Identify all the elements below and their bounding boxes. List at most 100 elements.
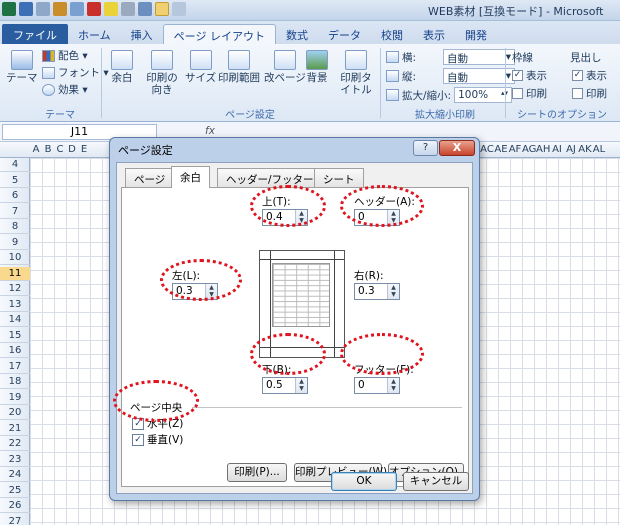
row-header[interactable]: 8 <box>0 220 30 234</box>
tab-margins[interactable]: 余白 <box>171 166 210 188</box>
spinner-arrows-icon[interactable]: ▲ ▼ <box>387 378 399 393</box>
column-header[interactable]: AC <box>480 144 494 155</box>
spinner-arrows-icon[interactable]: ▲ ▼ <box>387 210 399 225</box>
tab-review[interactable]: 校閲 <box>371 24 413 44</box>
row-header[interactable]: 21 <box>0 422 30 436</box>
row-header[interactable]: 11 <box>0 266 30 281</box>
row-header[interactable]: 23 <box>0 453 30 467</box>
row-header[interactable]: 12 <box>0 282 30 296</box>
tab-insert[interactable]: 挿入 <box>121 24 163 44</box>
sort-icon[interactable] <box>138 2 152 16</box>
row-header[interactable]: 10 <box>0 251 30 265</box>
tab-file[interactable]: ファイル <box>2 24 68 44</box>
column-header[interactable]: AH <box>536 144 550 155</box>
dialog-body: ページ 余白 ヘッダー/フッター シート 上(T): 0.4 ▲ ▼ ヘッダー(A… <box>116 162 473 494</box>
row-header[interactable]: 16 <box>0 344 30 358</box>
tab-header-footer[interactable]: ヘッダー/フッター <box>217 168 323 187</box>
tab-developer[interactable]: 開発 <box>455 24 497 44</box>
spinner-arrows-icon[interactable]: ▲ ▼ <box>205 284 217 299</box>
font-color-icon[interactable] <box>87 2 101 16</box>
grid-icon[interactable] <box>155 2 169 16</box>
close-button[interactable]: X <box>439 140 475 156</box>
ok-button[interactable]: OK <box>331 472 397 491</box>
row-header[interactable]: 22 <box>0 437 30 451</box>
undo-icon[interactable] <box>53 2 67 16</box>
theme-button[interactable]: テーマ <box>6 50 38 84</box>
tab-view[interactable]: 表示 <box>413 24 455 44</box>
customize-qat-icon[interactable] <box>172 2 186 16</box>
colors-button[interactable]: 配色 ▾ <box>42 48 88 63</box>
left-margin-spinner[interactable]: 0.3 ▲ ▼ <box>172 283 218 300</box>
row-header[interactable]: 14 <box>0 313 30 327</box>
headings-print-checkbox[interactable]: 印刷 <box>572 86 607 101</box>
column-header[interactable]: AE <box>494 144 508 155</box>
column-header[interactable]: AF <box>508 144 522 155</box>
effects-button[interactable]: 効果 ▾ <box>42 82 88 97</box>
row-header[interactable]: 17 <box>0 360 30 374</box>
row-header[interactable]: 19 <box>0 391 30 405</box>
row-header[interactable]: 5 <box>0 174 30 188</box>
headings-view-checkbox[interactable]: ✓ 表示 <box>572 68 607 83</box>
bottom-margin-spinner[interactable]: 0.5 ▲ ▼ <box>262 377 308 394</box>
margins-button[interactable]: 余白 <box>111 50 133 84</box>
fill-color-icon[interactable] <box>104 2 118 16</box>
tab-page-layout[interactable]: ページ レイアウト <box>162 24 276 44</box>
top-margin-spinner[interactable]: 0.4 ▲ ▼ <box>262 209 308 226</box>
column-header[interactable]: E <box>78 144 90 155</box>
column-header[interactable]: B <box>42 144 54 155</box>
footer-margin-spinner[interactable]: 0 ▲ ▼ <box>354 377 400 394</box>
help-button[interactable]: ? <box>413 140 438 156</box>
orientation-label: 印刷の向き <box>146 72 178 96</box>
orientation-button[interactable]: 印刷の向き <box>145 50 179 96</box>
column-header[interactable]: A <box>30 144 42 155</box>
save-icon[interactable] <box>19 2 33 16</box>
column-header[interactable]: AI <box>550 144 564 155</box>
size-button[interactable]: サイズ <box>185 50 216 84</box>
row-header[interactable]: 15 <box>0 329 30 343</box>
tab-formulas[interactable]: 数式 <box>276 24 318 44</box>
group-separator <box>101 48 102 118</box>
row-header[interactable]: 4 <box>0 158 30 172</box>
row-header[interactable]: 27 <box>0 515 30 525</box>
tab-page[interactable]: ページ <box>125 168 175 187</box>
center-vertical-checkbox[interactable]: ✓ 垂直(V) <box>132 432 183 447</box>
column-header[interactable]: AG <box>522 144 536 155</box>
background-button[interactable]: 背景 <box>306 50 328 84</box>
row-header[interactable]: 6 <box>0 189 30 203</box>
spinner-arrows-icon[interactable]: ▲ ▼ <box>295 378 307 393</box>
spinner-arrows-icon[interactable]: ▲ ▼ <box>295 210 307 225</box>
print-area-button[interactable]: 印刷範囲 <box>218 50 260 84</box>
gridlines-view-checkbox[interactable]: ✓ 表示 <box>512 68 547 83</box>
tab-sheet[interactable]: シート <box>314 168 364 187</box>
column-header[interactable]: C <box>54 144 66 155</box>
print-titles-button[interactable]: 印刷タイトル <box>338 50 374 96</box>
scale-spinner[interactable]: 100%▴▾ <box>454 87 513 103</box>
borders-icon[interactable] <box>121 2 135 16</box>
row-header[interactable]: 20 <box>0 406 30 420</box>
right-margin-spinner[interactable]: 0.3 ▲ ▼ <box>354 283 400 300</box>
fx-icon[interactable]: fx <box>205 125 215 137</box>
print-button[interactable]: 印刷(P)... <box>227 463 287 482</box>
center-horizontal-checkbox[interactable]: ✓ 水平(Z) <box>132 416 183 431</box>
row-header[interactable]: 9 <box>0 236 30 250</box>
row-header[interactable]: 18 <box>0 375 30 389</box>
row-header[interactable]: 7 <box>0 205 30 219</box>
row-header[interactable]: 26 <box>0 499 30 513</box>
cancel-button[interactable]: キャンセル <box>403 472 469 491</box>
breaks-button[interactable]: 改ページ <box>264 50 306 84</box>
gridlines-print-checkbox[interactable]: 印刷 <box>512 86 547 101</box>
tab-data[interactable]: データ <box>318 24 371 44</box>
header-margin-spinner[interactable]: 0 ▲ ▼ <box>354 209 400 226</box>
column-header[interactable]: AL <box>592 144 606 155</box>
fonts-button[interactable]: フォント ▾ <box>42 65 109 80</box>
print-icon[interactable] <box>36 2 50 16</box>
row-header[interactable]: 24 <box>0 468 30 482</box>
row-header[interactable]: 25 <box>0 484 30 498</box>
spinner-arrows-icon[interactable]: ▲ ▼ <box>387 284 399 299</box>
column-header[interactable]: D <box>66 144 78 155</box>
redo-icon[interactable] <box>70 2 84 16</box>
column-header[interactable]: AK <box>578 144 592 155</box>
row-header[interactable]: 13 <box>0 298 30 312</box>
tab-home[interactable]: ホーム <box>68 24 121 44</box>
column-header[interactable]: AJ <box>564 144 578 155</box>
